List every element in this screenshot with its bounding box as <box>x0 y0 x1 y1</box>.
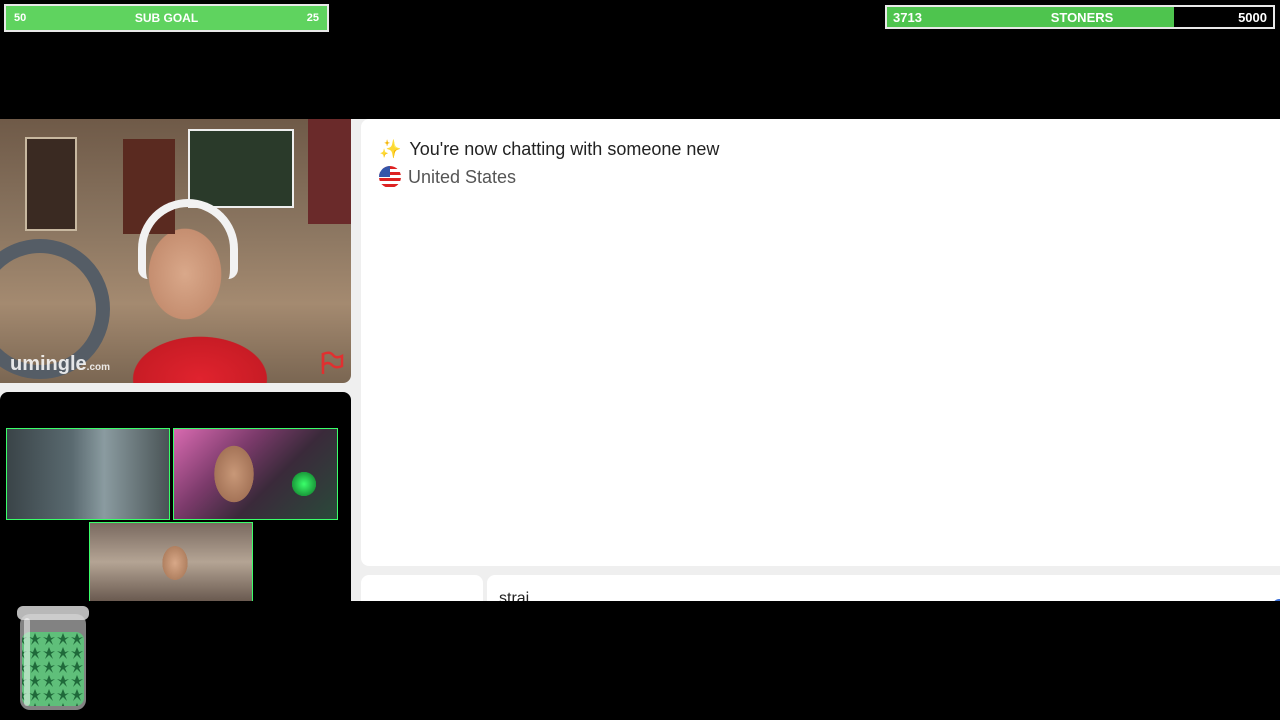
sub-goal-label: SUB GOAL <box>134 11 199 25</box>
chat-status-text: You're now chatting with someone new <box>409 139 720 159</box>
umingle-logo-suffix: .com <box>86 362 111 373</box>
umingle-logo-text: umingle <box>10 353 87 375</box>
message-input[interactable] <box>487 575 1280 601</box>
participant-video <box>89 522 253 601</box>
participant-video <box>6 428 170 520</box>
country-name: United States <box>408 166 517 187</box>
umingle-page: umingle.com ✨ You're now chatting with s… <box>0 119 1280 601</box>
sub-goal-bar: 50 SUB GOAL 25 <box>4 4 329 32</box>
sparkles-icon: ✨ <box>379 139 402 159</box>
wall-poster <box>188 129 294 208</box>
leaf-jar-icon <box>17 606 89 710</box>
wall-poster <box>308 119 351 224</box>
wall-poster <box>25 137 77 231</box>
chat-status-message: ✨ You're now chatting with someone new <box>379 139 719 160</box>
umingle-logo: umingle.com <box>10 353 110 376</box>
skip-button[interactable] <box>361 575 483 601</box>
report-flag-icon[interactable] <box>318 350 344 376</box>
chat-controls <box>361 575 1280 601</box>
chat-panel: ✨ You're now chatting with someone new U… <box>361 119 1280 566</box>
stoners-goal-bar: 3713 STONERS 5000 <box>885 5 1275 29</box>
stranger-video: umingle.com <box>0 119 351 383</box>
self-video-grid <box>0 392 351 601</box>
sub-goal-target: 25 <box>306 12 319 24</box>
stranger-country: United States <box>379 166 516 188</box>
stoners-target: 5000 <box>1238 10 1267 25</box>
participant-video <box>173 428 338 520</box>
us-flag-icon <box>379 166 401 188</box>
stoners-label: STONERS <box>1050 10 1114 25</box>
